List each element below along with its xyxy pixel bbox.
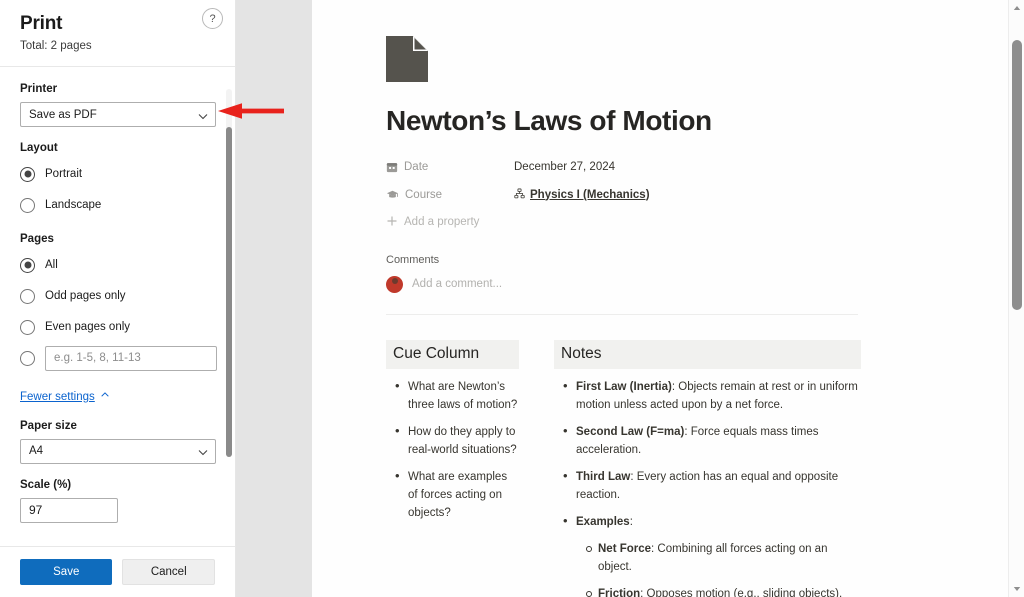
- notes-column: Notes First Law (Inertia): Objects remai…: [554, 340, 861, 597]
- pages-option-even-label: Even pages only: [45, 321, 131, 333]
- help-icon[interactable]: ?: [202, 8, 223, 29]
- list-item: Net Force: Combining all forces acting o…: [586, 540, 861, 576]
- list-item: Third Law: Every action has an equal and…: [563, 467, 861, 504]
- panel-scrollbar[interactable]: [226, 89, 232, 457]
- add-comment-row[interactable]: Add a comment...: [386, 273, 956, 295]
- window-scrollbar[interactable]: [1008, 0, 1024, 597]
- relation-icon: [514, 188, 525, 202]
- add-comment-placeholder: Add a comment...: [412, 278, 503, 290]
- property-row-date[interactable]: Date December 27, 2024: [386, 154, 956, 179]
- paper-size-select[interactable]: A4: [20, 438, 216, 464]
- notes-list: First Law (Inertia): Objects remain at r…: [554, 377, 861, 597]
- print-settings-scroll-region: Printer Save as PDF Layout Portrait Land…: [0, 67, 235, 546]
- list-item-bold: Examples: [576, 516, 630, 528]
- layout-option-portrait-label: Portrait: [45, 168, 83, 180]
- cue-column: Cue Column What are Newton’s three laws …: [386, 340, 519, 597]
- document-page: Newton’s Laws of Motion Date December 27…: [312, 0, 1008, 597]
- page-title: Print: [20, 13, 63, 34]
- panel-scrollbar-thumb[interactable]: [226, 127, 232, 457]
- pages-option-all[interactable]: All: [20, 252, 215, 278]
- list-item: First Law (Inertia): Objects remain at r…: [563, 377, 861, 414]
- list-item-bold: Net Force: [598, 543, 652, 555]
- radio-icon: [20, 288, 35, 304]
- property-label-course: Course: [405, 188, 443, 201]
- property-value-course[interactable]: Physics I (Mechanics): [514, 188, 650, 202]
- list-item-rest: : Opposes motion (e.g., sliding objects)…: [640, 588, 843, 597]
- print-settings-panel: Print Total: 2 pages ? Printer Save as P…: [0, 0, 236, 597]
- list-item-bold: Third Law: [576, 471, 631, 483]
- cornell-notes-columns: Cue Column What are Newton’s three laws …: [386, 340, 956, 597]
- chevron-down-icon: [197, 446, 208, 456]
- cancel-button[interactable]: Cancel: [122, 559, 215, 585]
- calendar-icon: [386, 161, 398, 173]
- radio-icon: [20, 166, 35, 182]
- list-item: What are Newton’s three laws of motion?: [395, 377, 519, 414]
- layout-label: Layout: [20, 142, 58, 154]
- add-property-button[interactable]: Add a property: [386, 210, 956, 234]
- property-value-course-text: Physics I (Mechanics): [530, 188, 650, 201]
- list-item: How do they apply to real-world situatio…: [395, 422, 519, 459]
- save-button[interactable]: Save: [20, 559, 113, 585]
- list-item-bold: Second Law (F=ma): [576, 426, 685, 438]
- fewer-settings-toggle[interactable]: Fewer settings: [20, 390, 110, 403]
- list-item: Examples: Net Force: Combining all force…: [563, 512, 861, 597]
- total-pages-text: Total: 2 pages: [20, 40, 92, 52]
- pages-option-all-label: All: [45, 259, 58, 271]
- comments-heading: Comments: [386, 254, 440, 266]
- scale-input[interactable]: [20, 497, 118, 523]
- pages-label: Pages: [20, 233, 54, 245]
- cue-column-heading: Cue Column: [386, 340, 519, 369]
- paper-size-value: A4: [29, 445, 44, 457]
- window-scrollbar-thumb[interactable]: [1012, 40, 1022, 310]
- pages-option-odd[interactable]: Odd pages only: [20, 283, 215, 309]
- radio-icon: [20, 319, 35, 335]
- triangle-up-icon[interactable]: [1009, 0, 1024, 16]
- layout-option-landscape[interactable]: Landscape: [20, 192, 215, 218]
- paper-size-label: Paper size: [20, 419, 77, 432]
- notes-sublist: Net Force: Combining all forces acting o…: [576, 540, 861, 597]
- print-preview-area: Newton’s Laws of Motion Date December 27…: [236, 0, 1024, 597]
- pages-option-even[interactable]: Even pages only: [20, 314, 215, 340]
- chevron-down-icon: [197, 110, 208, 120]
- property-key-course: Course: [386, 188, 514, 201]
- list-item: Second Law (F=ma): Force equals mass tim…: [563, 422, 861, 459]
- radio-icon: [20, 197, 35, 213]
- radio-icon: [20, 350, 35, 366]
- plus-icon: [386, 215, 398, 230]
- cue-column-list: What are Newton’s three laws of motion? …: [386, 377, 519, 522]
- pages-option-custom[interactable]: [20, 345, 217, 371]
- triangle-down-icon[interactable]: [1009, 581, 1024, 597]
- property-row-course[interactable]: Course Physics I (Mechanics): [386, 182, 956, 207]
- document-title: Newton’s Laws of Motion: [386, 105, 712, 136]
- pages-option-odd-label: Odd pages only: [45, 290, 126, 302]
- document-page-icon: [386, 36, 428, 82]
- page-range-input[interactable]: [45, 345, 217, 371]
- property-value-date: December 27, 2024: [514, 160, 616, 173]
- layout-option-portrait[interactable]: Portrait: [20, 161, 215, 187]
- graduation-cap-icon: [386, 188, 399, 201]
- list-item-rest: :: [629, 516, 633, 528]
- print-preview-window: Print Total: 2 pages ? Printer Save as P…: [0, 0, 1024, 597]
- list-item-bold: First Law (Inertia): [576, 381, 672, 393]
- printer-label: Printer: [20, 83, 58, 95]
- list-item: What are examples of forces acting on ob…: [395, 467, 519, 522]
- list-item: Friction: Opposes motion (e.g., sliding …: [586, 585, 861, 597]
- avatar: [386, 275, 403, 293]
- print-panel-header: Print Total: 2 pages ?: [0, 0, 235, 67]
- radio-icon: [20, 257, 35, 273]
- section-divider: [386, 314, 858, 315]
- notes-column-heading: Notes: [554, 340, 861, 369]
- list-item-bold: Friction: [598, 588, 641, 597]
- scale-label: Scale (%): [20, 478, 72, 491]
- chevron-up-icon: [100, 390, 110, 403]
- layout-option-landscape-label: Landscape: [45, 199, 102, 211]
- print-panel-footer: Save Cancel: [0, 546, 235, 597]
- printer-select-value: Save as PDF: [29, 108, 97, 121]
- printer-select[interactable]: Save as PDF: [20, 102, 216, 127]
- property-label-date: Date: [404, 160, 429, 173]
- add-property-label: Add a property: [404, 216, 480, 228]
- fewer-settings-label: Fewer settings: [20, 390, 95, 403]
- property-key-date: Date: [386, 161, 514, 173]
